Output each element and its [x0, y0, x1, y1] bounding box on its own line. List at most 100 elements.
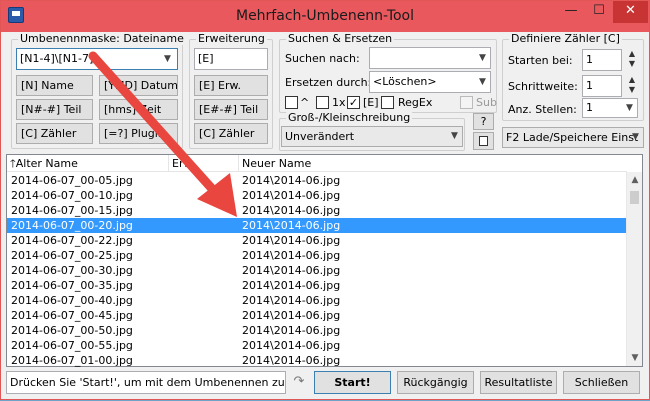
- title-bar: Mehrfach-Umbenenn-Tool — ☐ ✕: [1, 1, 649, 32]
- counter-start-label: Starten bei:: [508, 54, 573, 67]
- redo-icon[interactable]: ↷: [288, 371, 310, 394]
- counter-step-spinner[interactable]: ▲ ▼: [626, 75, 638, 97]
- new-name-cell: 2014\2014-06.jpg: [242, 174, 341, 187]
- app-window: Mehrfach-Umbenenn-Tool — ☐ ✕ Umbenennmas…: [0, 0, 650, 400]
- status-message: Drücken Sie 'Start!', um mit dem Umbenen…: [6, 371, 286, 394]
- counter-digits-dropdown-icon[interactable]: ▼: [626, 98, 633, 118]
- insert-time-button[interactable]: [hms] Zeit: [99, 99, 178, 120]
- copy-options-button[interactable]: [473, 132, 494, 150]
- column-old-name[interactable]: 🡑Alter Name: [7, 155, 169, 172]
- insert-part-button[interactable]: [N#-#] Teil: [16, 99, 93, 120]
- search-label: Suchen nach:: [285, 52, 360, 65]
- table-row[interactable]: 2014-06-07_00-10.jpg 2014\2014-06.jpg: [7, 188, 627, 203]
- scroll-up-icon[interactable]: ▲: [627, 172, 643, 188]
- new-name-cell: 2014\2014-06.jpg: [242, 234, 341, 247]
- column-extension[interactable]: Erw: [169, 155, 239, 172]
- insert-extension-button[interactable]: [E] Erw.: [194, 75, 268, 96]
- vertical-scrollbar[interactable]: ▲ ▼: [626, 172, 642, 366]
- search-dropdown-icon[interactable]: ▼: [479, 48, 486, 68]
- close-button[interactable]: Schließen: [563, 371, 640, 394]
- table-row[interactable]: 2014-06-07_01-00.jpg 2014\2014-06.jpg: [7, 353, 627, 368]
- new-name-cell: 2014\2014-06.jpg: [242, 309, 341, 322]
- start-button[interactable]: Start!: [314, 371, 391, 394]
- insert-counter-button[interactable]: [C] Zähler: [16, 123, 93, 144]
- new-name-cell: 2014\2014-06.jpg: [242, 264, 341, 277]
- table-row[interactable]: 2014-06-07_00-20.jpg 2014\2014-06.jpg: [7, 218, 627, 233]
- counter-group-title: Definiere Zähler [C]: [509, 32, 622, 45]
- regex-checkbox[interactable]: [381, 96, 394, 109]
- close-window-button[interactable]: ✕: [613, 1, 648, 23]
- copy-icon: [479, 136, 488, 146]
- counter-step-label: Schrittweite:: [508, 80, 578, 93]
- old-name-cell: 2014-06-07_00-50.jpg: [11, 324, 133, 337]
- help-button[interactable]: ?: [473, 113, 494, 130]
- scroll-down-icon[interactable]: ▼: [627, 350, 643, 366]
- search-replace-group-title: Suchen & Ersetzen: [286, 32, 395, 45]
- load-save-settings-select[interactable]: F2 Lade/Speichere Einst: [502, 127, 644, 148]
- counter-start-input[interactable]: 1: [582, 49, 622, 71]
- new-name-cell: 2014\2014-06.jpg: [242, 294, 341, 307]
- table-row[interactable]: 2014-06-07_00-05.jpg 2014\2014-06.jpg: [7, 173, 627, 188]
- column-new-name[interactable]: Neuer Name: [239, 155, 627, 172]
- rename-mask-input[interactable]: [N1-4]\[N1-7]: [16, 48, 178, 70]
- insert-plugin-button[interactable]: [=?] Plugin: [99, 123, 178, 144]
- rename-mask-group-title: Umbenennmaske: Dateiname: [18, 32, 186, 45]
- old-name-cell: 2014-06-07_00-45.jpg: [11, 309, 133, 322]
- new-name-cell: 2014\2014-06.jpg: [242, 249, 341, 262]
- caret-checkbox[interactable]: [285, 96, 298, 109]
- new-name-cell: 2014\2014-06.jpg: [242, 324, 341, 337]
- load-save-dropdown-icon[interactable]: ▼: [632, 127, 639, 147]
- case-dropdown-icon[interactable]: ▼: [451, 126, 458, 146]
- insert-ext-part-button[interactable]: [E#-#] Teil: [194, 99, 268, 120]
- regex-option-label: RegEx: [398, 96, 433, 109]
- file-list[interactable]: 🡑Alter Name Erw Neuer Name 2014-06-07_00…: [6, 154, 643, 367]
- insert-date-button[interactable]: [YMD] Datum: [99, 75, 178, 96]
- case-select[interactable]: Unverändert: [281, 126, 463, 147]
- rename-mask-dropdown-icon[interactable]: ▼: [164, 49, 171, 69]
- new-name-cell: 2014\2014-06.jpg: [242, 279, 341, 292]
- search-input[interactable]: [369, 47, 491, 69]
- sub-checkbox[interactable]: [460, 96, 473, 109]
- counter-step-input[interactable]: 1: [582, 75, 622, 97]
- table-row[interactable]: 2014-06-07_00-15.jpg 2014\2014-06.jpg: [7, 203, 627, 218]
- counter-start-spinner[interactable]: ▲ ▼: [626, 49, 638, 71]
- extension-checkbox[interactable]: ✓: [347, 96, 360, 109]
- once-checkbox[interactable]: [316, 96, 329, 109]
- table-row[interactable]: 2014-06-07_00-55.jpg 2014\2014-06.jpg: [7, 338, 627, 353]
- insert-name-button[interactable]: [N] Name: [16, 75, 93, 96]
- replace-input[interactable]: <Löschen>: [369, 71, 491, 93]
- maximize-button[interactable]: ☐: [585, 1, 613, 23]
- table-row[interactable]: 2014-06-07_00-30.jpg 2014\2014-06.jpg: [7, 263, 627, 278]
- old-name-cell: 2014-06-07_00-05.jpg: [11, 174, 133, 187]
- scroll-thumb[interactable]: [630, 191, 639, 204]
- old-name-cell: 2014-06-07_00-35.jpg: [11, 279, 133, 292]
- extension-option-label: [E]: [363, 96, 379, 109]
- new-name-cell: 2014\2014-06.jpg: [242, 354, 341, 367]
- old-name-cell: 2014-06-07_00-55.jpg: [11, 339, 133, 352]
- old-name-cell: 2014-06-07_01-00.jpg: [11, 354, 133, 367]
- old-name-cell: 2014-06-07_00-15.jpg: [11, 204, 133, 217]
- replace-label: Ersetzen durch:: [285, 76, 372, 89]
- insert-ext-counter-button[interactable]: [C] Zähler: [194, 123, 268, 144]
- undo-button[interactable]: Rückgängig: [397, 371, 474, 394]
- result-list-button[interactable]: Resultatliste: [480, 371, 557, 394]
- once-option-label: 1x: [332, 96, 346, 109]
- counter-digits-label: Anz. Stellen:: [508, 103, 577, 116]
- old-name-cell: 2014-06-07_00-30.jpg: [11, 264, 133, 277]
- table-row[interactable]: 2014-06-07_00-35.jpg 2014\2014-06.jpg: [7, 278, 627, 293]
- table-row[interactable]: 2014-06-07_00-45.jpg 2014\2014-06.jpg: [7, 308, 627, 323]
- extension-mask-input[interactable]: [E]: [194, 48, 268, 70]
- minimize-button[interactable]: —: [557, 1, 585, 23]
- file-list-header: 🡑Alter Name Erw Neuer Name: [7, 155, 627, 172]
- case-group-title: Groß-/Kleinschreibung: [286, 111, 413, 124]
- old-name-cell: 2014-06-07_00-20.jpg: [11, 219, 133, 232]
- old-name-cell: 2014-06-07_00-40.jpg: [11, 294, 133, 307]
- new-name-cell: 2014\2014-06.jpg: [242, 204, 341, 217]
- replace-dropdown-icon[interactable]: ▼: [479, 72, 486, 92]
- file-rows: 2014-06-07_00-05.jpg 2014\2014-06.jpg 2014…: [7, 173, 627, 368]
- sub-option-label: Sub: [476, 96, 497, 109]
- table-row[interactable]: 2014-06-07_00-50.jpg 2014\2014-06.jpg: [7, 323, 627, 338]
- table-row[interactable]: 2014-06-07_00-25.jpg 2014\2014-06.jpg: [7, 248, 627, 263]
- table-row[interactable]: 2014-06-07_00-22.jpg 2014\2014-06.jpg: [7, 233, 627, 248]
- table-row[interactable]: 2014-06-07_00-40.jpg 2014\2014-06.jpg: [7, 293, 627, 308]
